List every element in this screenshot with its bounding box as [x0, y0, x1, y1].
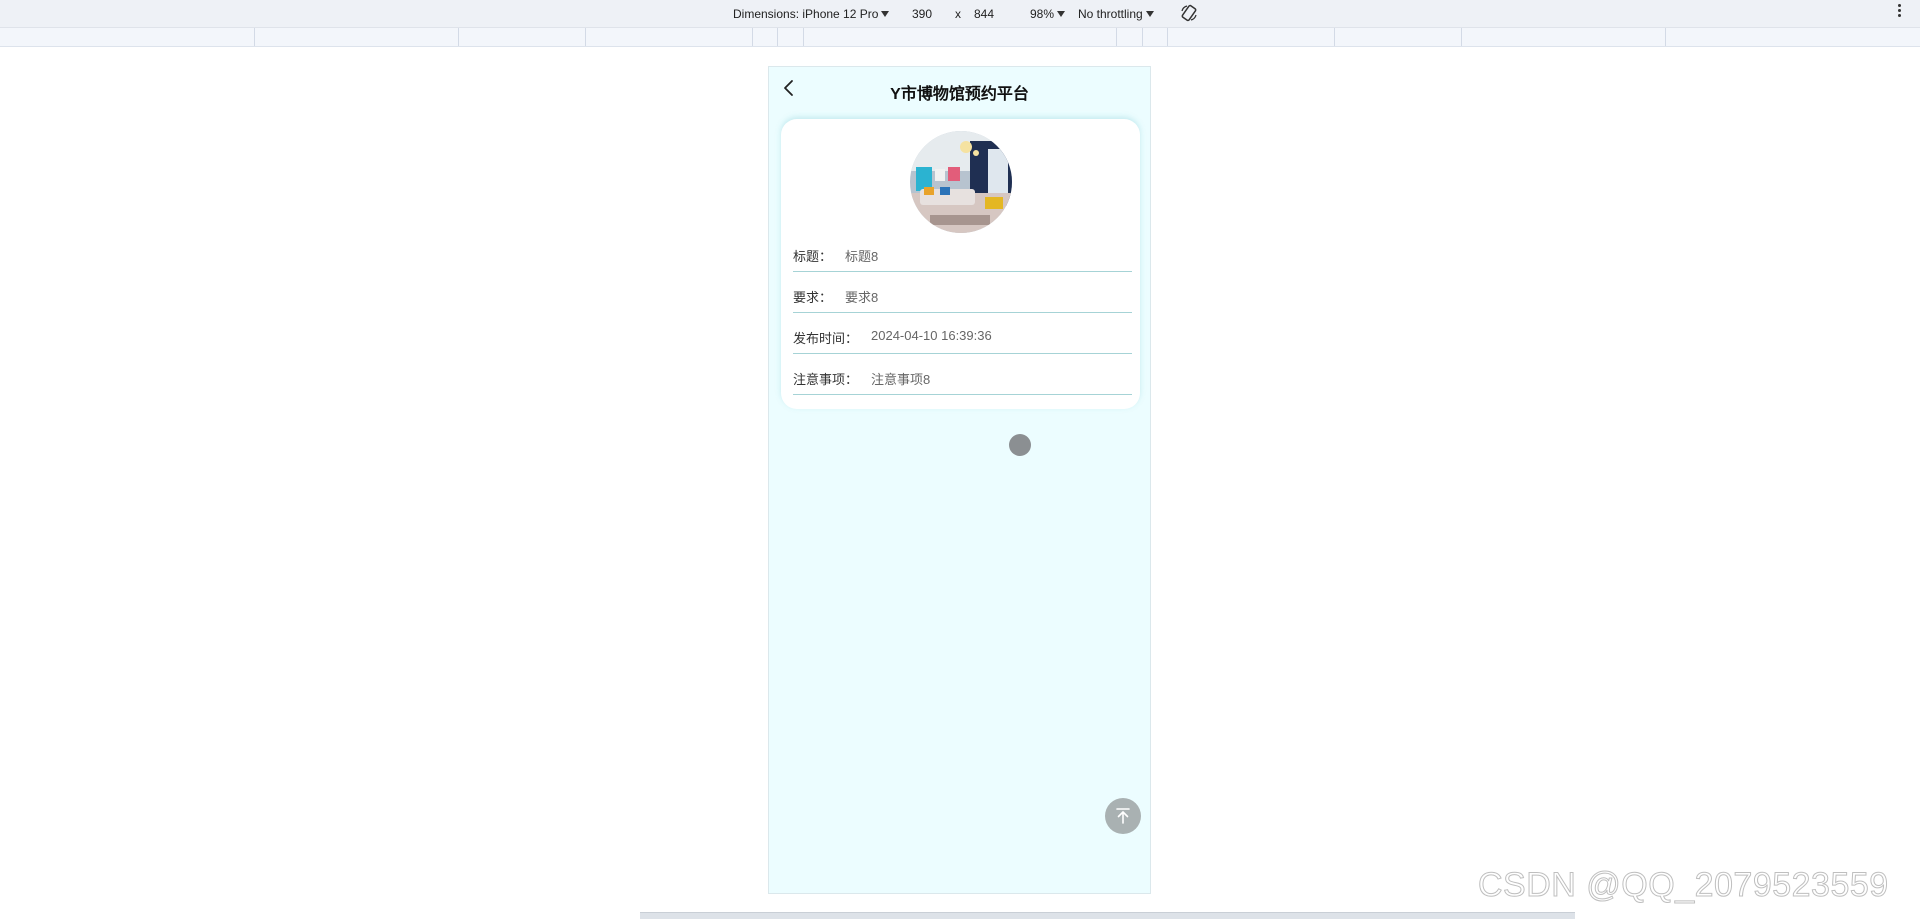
- watermark-text: CSDN @QQ_2079523559: [1478, 866, 1889, 905]
- more-vertical-icon[interactable]: [1896, 4, 1902, 20]
- detail-row-title: 标题： 标题8: [793, 232, 1132, 272]
- device-dimensions-label: Dimensions: iPhone 12 Pro: [733, 7, 879, 21]
- throttling-value: No throttling: [1078, 7, 1143, 21]
- height-input[interactable]: 844: [974, 7, 994, 21]
- media-query-ruler: [0, 28, 1920, 47]
- detail-value: 要求8: [845, 290, 879, 305]
- rotate-icon[interactable]: [1180, 4, 1198, 22]
- detail-row-publish-time: 发布时间： 2024-04-10 16:39:36: [793, 314, 1132, 354]
- detail-row-notes: 注意事项： 注意事项8: [793, 355, 1132, 395]
- detail-label: 发布时间：: [793, 331, 859, 346]
- loading-indicator: [1009, 434, 1031, 456]
- dimension-separator: x: [955, 7, 961, 21]
- arrow-up-icon: [1116, 808, 1130, 824]
- detail-label: 注意事项：: [793, 372, 859, 387]
- cover-image: [910, 131, 1012, 233]
- device-viewport: Y市博物馆预约平台 标题： 标题8 要求： 要求8 发布时间： 2024-04-…: [768, 66, 1151, 894]
- detail-label: 标题：: [793, 249, 833, 264]
- back-to-top-button[interactable]: [1105, 798, 1141, 834]
- detail-value: 2024-04-10 16:39:36: [871, 328, 992, 343]
- width-input[interactable]: 390: [912, 7, 932, 21]
- detail-value: 标题8: [845, 249, 879, 264]
- device-selector[interactable]: Dimensions: iPhone 12 Pro: [733, 7, 890, 21]
- devtools-device-toolbar: Dimensions: iPhone 12 Pro 390 x 844 98% …: [0, 0, 1920, 28]
- detail-value: 注意事项8: [871, 372, 931, 387]
- caret-down-icon: [1057, 11, 1066, 17]
- zoom-value: 98%: [1030, 7, 1055, 21]
- caret-down-icon: [881, 11, 890, 17]
- throttling-selector[interactable]: No throttling: [1078, 7, 1154, 21]
- zoom-selector[interactable]: 98%: [1030, 7, 1066, 21]
- nav-bar: Y市博物馆预约平台: [769, 67, 1150, 111]
- detail-card: 标题： 标题8 要求： 要求8 发布时间： 2024-04-10 16:39:3…: [781, 119, 1140, 409]
- detail-row-requirement: 要求： 要求8: [793, 273, 1132, 313]
- page-title: Y市博物馆预约平台: [890, 86, 1029, 103]
- detail-label: 要求：: [793, 290, 833, 305]
- caret-down-icon: [1145, 11, 1154, 17]
